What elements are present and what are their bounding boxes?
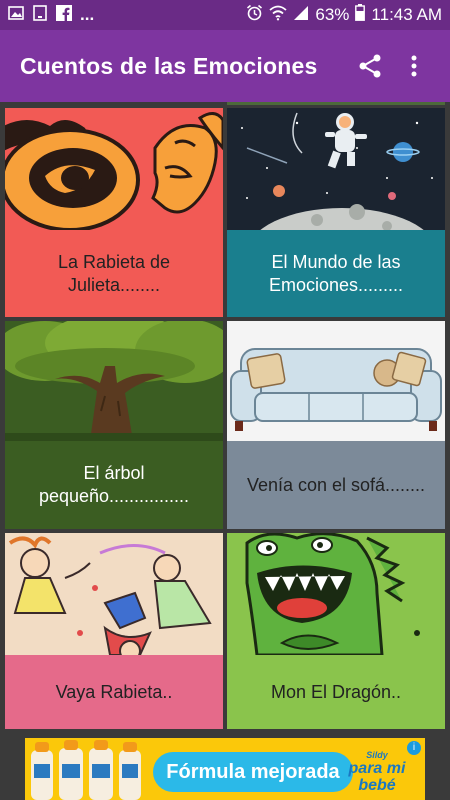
ad-brand-small: Sildy [366,750,388,760]
battery-icon [355,4,366,26]
ad-info-icon[interactable]: i [407,741,421,755]
share-button[interactable] [348,44,392,88]
story-card-el-arbol-pequeno[interactable]: El árbol pequeño................ [5,321,223,529]
tree-illustration [5,321,223,441]
ad-area: Fórmula mejorada Sildy para mi bebé i [0,732,450,800]
status-bar: ... 63% 11:43 AM [0,0,450,30]
overflow-menu-icon [411,55,417,77]
wifi-icon [269,5,287,26]
app-title: Cuentos de las Emociones [20,52,318,79]
ad-brand-logo: Sildy para mi bebé [345,750,409,796]
story-title: Venía con el sofá........ [227,441,445,529]
story-card-el-mundo-de-las-emociones[interactable]: El Mundo de las Emociones......... [227,108,445,317]
astronaut-space-illustration [227,108,445,230]
story-title: La Rabieta de Julieta........ [5,230,223,317]
clock: 11:43 AM [371,5,442,24]
story-title: El Mundo de las Emociones......... [227,230,445,317]
ad-text: Fórmula mejorada [153,752,353,792]
story-title: Vaya Rabieta.. [5,655,223,729]
app-bar: Cuentos de las Emociones [0,30,450,102]
more-notifications-indicator: ... [80,5,95,24]
image-icon [8,5,24,26]
story-title: El árbol pequeño................ [5,441,223,529]
previous-row-edge [227,102,445,105]
story-card-venia-con-el-sofa[interactable]: Venía con el sofá........ [227,321,445,529]
green-monster-illustration [227,533,445,655]
story-title: Mon El Dragón.. [227,655,445,729]
alarm-icon [246,4,263,26]
ad-brand-name: para mi bebé [348,760,406,794]
story-card-mon-el-dragon[interactable]: Mon El Dragón.. [227,533,445,729]
story-grid: La Rabieta de Julieta........ El Mundo d… [0,102,450,732]
story-card-la-rabieta-de-julieta[interactable]: La Rabieta de Julieta........ [5,108,223,317]
angry-faces-illustration [5,108,223,230]
milk-bottles-image [25,738,150,800]
battery-percentage: 63% [315,5,350,24]
tablet-icon [32,4,48,26]
ad-banner[interactable]: Fórmula mejorada Sildy para mi bebé i [25,738,425,800]
sofa-illustration [227,321,445,441]
overflow-menu-button[interactable] [392,44,436,88]
signal-icon [293,5,309,26]
kids-jumping-illustration [5,533,223,655]
facebook-icon [56,4,72,26]
story-card-vaya-rabieta[interactable]: Vaya Rabieta.. [5,533,223,729]
previous-row-edge [5,102,223,105]
share-icon [359,54,381,78]
